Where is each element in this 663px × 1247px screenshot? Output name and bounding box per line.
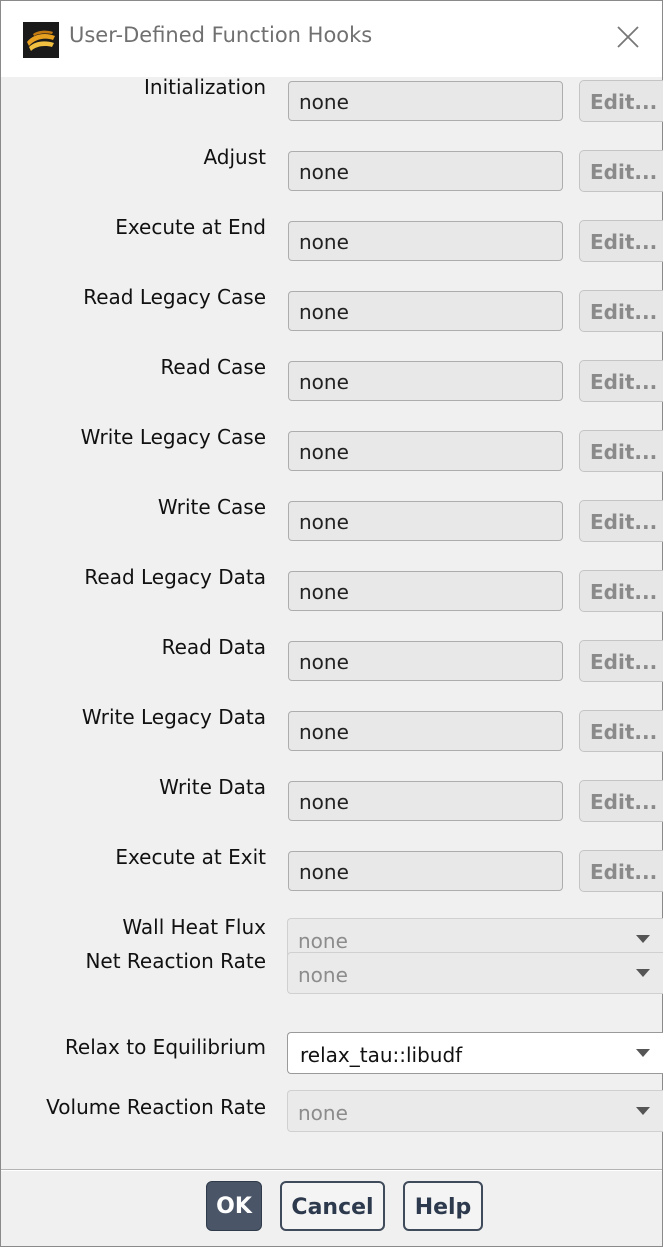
relax-to-equilibrium-dropdown[interactable]: relax_tau::libudf [287,1032,663,1074]
edit-button-initialization[interactable]: Edit... [579,80,663,122]
close-button[interactable] [598,1,662,77]
edit-button-read-data[interactable]: Edit... [579,640,663,682]
hook-label-read-data: Read Data [161,635,266,659]
edit-button-adjust[interactable]: Edit... [579,150,663,192]
hook-label-read-legacy-case: Read Legacy Case [83,285,266,309]
hook-field-write-data[interactable]: none [288,781,563,821]
udf-hooks-dialog: User-Defined Function Hooks Initializati… [0,0,663,1247]
hook-label-execute-at-end: Execute at End [115,215,266,239]
hook-field-read-legacy-case[interactable]: none [288,291,563,331]
hook-label-write-case: Write Case [157,495,266,519]
help-button[interactable]: Help [403,1181,483,1231]
chevron-down-icon [636,1107,650,1115]
hook-label-write-data: Write Data [159,775,266,799]
hook-label-execute-at-exit: Execute at Exit [115,845,266,869]
edit-button-write-legacy-case[interactable]: Edit... [579,430,663,472]
hook-label-read-case: Read Case [160,355,266,379]
hook-field-write-legacy-case[interactable]: none [288,431,563,471]
edit-button-read-legacy-case[interactable]: Edit... [579,290,663,332]
hook-field-initialization[interactable]: none [288,81,563,121]
dialog-title: User-Defined Function Hooks [69,23,373,47]
edit-button-read-legacy-data[interactable]: Edit... [579,570,663,612]
dropdown-label-wall-heat-flux: Wall Heat Flux [122,915,266,939]
dropdown-label-net-reaction-rate: Net Reaction Rate [85,949,266,973]
edit-button-execute-at-exit[interactable]: Edit... [579,850,663,892]
chevron-down-icon [636,969,650,977]
hook-label-read-legacy-data: Read Legacy Data [84,565,266,589]
hook-field-read-case[interactable]: none [288,361,563,401]
volume-reaction-rate-dropdown[interactable]: none [287,1090,663,1132]
hook-label-initialization: Initialization [144,75,266,99]
close-icon [617,26,639,48]
dropdown-value: relax_tau::libudf [300,1043,463,1067]
fluent-logo-icon [23,22,59,58]
edit-button-write-data[interactable]: Edit... [579,780,663,822]
hook-field-adjust[interactable]: none [288,151,563,191]
edit-button-read-case[interactable]: Edit... [579,360,663,402]
hook-label-adjust: Adjust [203,145,266,169]
divider [1,1169,662,1171]
hook-field-write-legacy-data[interactable]: none [288,711,563,751]
dropdown-label-relax-to-equilibrium: Relax to Equilibrium [64,1035,266,1059]
cancel-button[interactable]: Cancel [280,1181,385,1231]
dropdown-value: none [298,929,348,953]
edit-button-execute-at-end[interactable]: Edit... [579,220,663,262]
dropdown-label-volume-reaction-rate: Volume Reaction Rate [46,1095,266,1119]
hook-field-write-case[interactable]: none [288,501,563,541]
dropdown-value: none [298,963,348,987]
ok-button[interactable]: OK [206,1181,262,1231]
chevron-down-icon [636,935,650,943]
hook-field-read-legacy-data[interactable]: none [288,571,563,611]
edit-button-write-case[interactable]: Edit... [579,500,663,542]
hook-label-write-legacy-data: Write Legacy Data [81,705,266,729]
hook-field-read-data[interactable]: none [288,641,563,681]
hook-field-execute-at-end[interactable]: none [288,221,563,261]
hook-label-write-legacy-case: Write Legacy Case [80,425,266,449]
edit-button-write-legacy-data[interactable]: Edit... [579,710,663,752]
title-bar: User-Defined Function Hooks [1,1,662,77]
net-reaction-rate-dropdown[interactable]: none [287,952,663,994]
dropdown-value: none [298,1101,348,1125]
hook-field-execute-at-exit[interactable]: none [288,851,563,891]
chevron-down-icon [636,1049,650,1057]
